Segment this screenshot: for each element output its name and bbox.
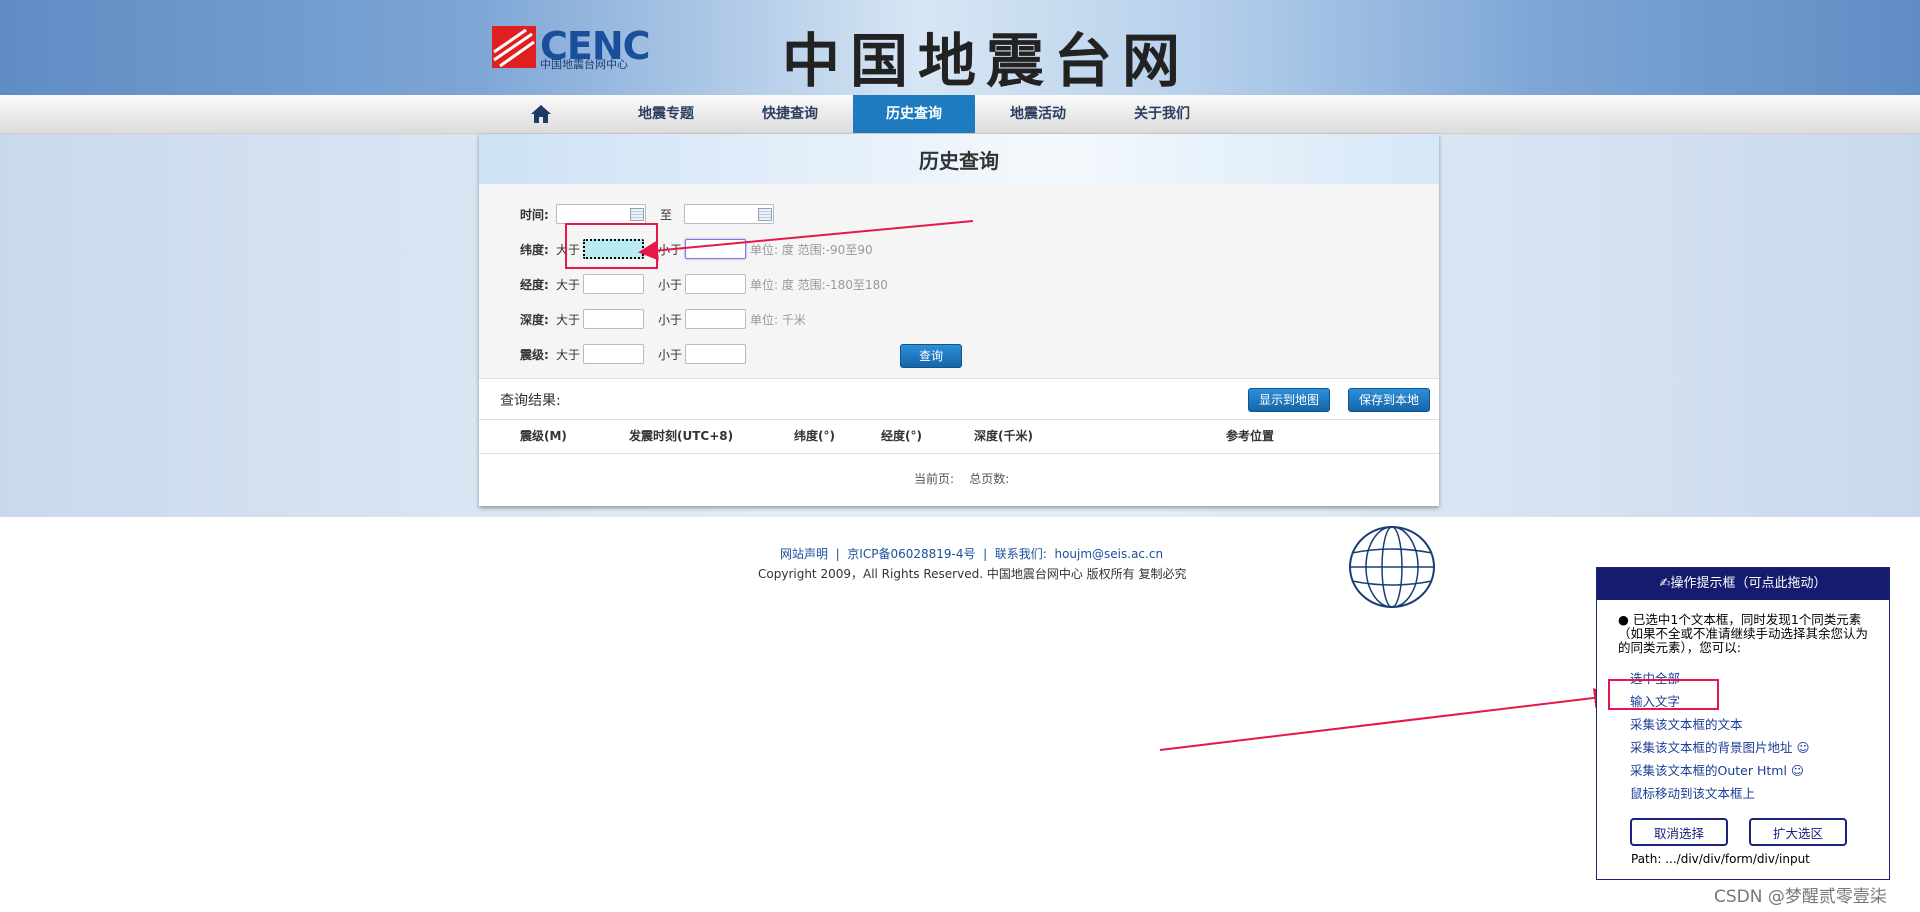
annotation-box-input bbox=[565, 223, 658, 269]
popup-message: ● 已选中1个文本框，同时发现1个同类元素（如果不全或不准请继续手动选择其余您认… bbox=[1618, 612, 1869, 655]
collect-bg-image-link[interactable]: 采集该文本框的背景图片地址 ☺ bbox=[1630, 737, 1810, 756]
cancel-selection-button[interactable]: 取消选择 bbox=[1630, 818, 1728, 846]
watermark: CSDN @梦醒贰零壹柒 bbox=[1714, 887, 1887, 907]
mouse-hover-link[interactable]: 鼠标移动到该文本框上 bbox=[1630, 783, 1755, 802]
collect-text-link[interactable]: 采集该文本框的文本 bbox=[1630, 714, 1743, 733]
element-path: Path: .../div/div/form/div/input bbox=[1631, 852, 1810, 866]
annotation-box-link bbox=[1608, 679, 1719, 710]
collect-outer-html-link[interactable]: 采集该文本框的Outer Html ☺ bbox=[1630, 760, 1804, 779]
expand-selection-button[interactable]: 扩大选区 bbox=[1749, 818, 1847, 846]
popup-title[interactable]: ✍操作提示框（可点此拖动） bbox=[1597, 568, 1889, 600]
